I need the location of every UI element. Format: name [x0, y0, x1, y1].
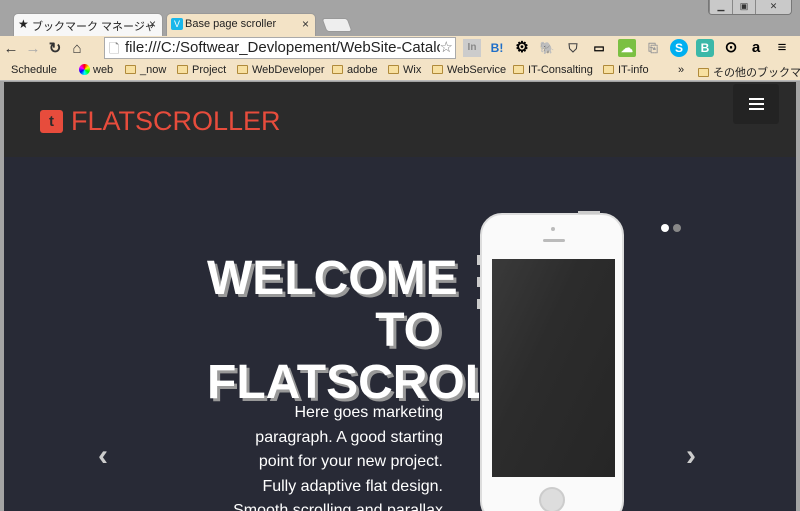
hero-paragraph: Here goes marketing paragraph. A good st… — [209, 401, 443, 511]
folder-icon — [698, 68, 709, 77]
vimeo-icon: V — [171, 18, 183, 30]
maximize-button[interactable]: ▣ — [732, 0, 755, 14]
bookmark-project[interactable]: Project — [177, 64, 226, 76]
gear-icon[interactable]: ⚙ — [513, 39, 531, 57]
hatena-bookmark-icon[interactable]: B! — [488, 39, 506, 57]
hero-carousel: WELCOME TO FLATSCROLLER Here goes market… — [4, 157, 796, 511]
home-icon[interactable]: ⌂ — [66, 40, 88, 57]
bookmark-star-icon[interactable]: ☆ — [439, 38, 453, 56]
bookmarks-overflow-button[interactable]: » — [678, 64, 684, 76]
window-frame — [796, 82, 800, 511]
folder-icon — [513, 65, 524, 74]
carousel-indicators — [661, 224, 681, 232]
folder-icon — [125, 65, 136, 74]
bookmark-web[interactable]: web — [79, 64, 113, 76]
site-navbar: t FLATSCROLLER — [4, 82, 796, 157]
bookmark-webdeveloper[interactable]: WebDeveloper — [237, 64, 325, 76]
tab-label: Base page scroller — [185, 18, 277, 30]
web-page: t FLATSCROLLER WELCOME TO FLATSCROLLER H… — [4, 82, 796, 511]
color-wheel-icon — [79, 64, 90, 75]
window-controls: ▁ ▣ ✕ — [708, 0, 792, 15]
amazon-icon[interactable]: a — [747, 39, 765, 57]
paragraph-line: Fully adaptive flat design. — [262, 477, 443, 495]
phone-home-button — [539, 487, 565, 511]
hero-title-line: WELCOME — [207, 253, 458, 305]
bookmarks-bar: Schedule web _now Project WebDeveloper a… — [0, 60, 800, 81]
cast-icon[interactable]: ▭ — [590, 39, 608, 57]
paragraph-line: point for your new project. — [258, 453, 443, 470]
paragraph-line: paragraph. A good starting — [255, 428, 443, 446]
carousel-dot-2[interactable] — [673, 224, 681, 232]
bookmark-label: IT-info — [618, 64, 649, 76]
bookmark-webservice[interactable]: WebService — [432, 64, 506, 76]
bookmark-label: WebDeveloper — [252, 64, 325, 76]
bookmark-wix[interactable]: Wix — [388, 64, 421, 76]
bookmark-label: web — [93, 64, 114, 76]
b-extension-icon[interactable]: B — [696, 39, 714, 57]
tab-close-icon[interactable]: × — [149, 17, 156, 31]
folder-icon — [332, 65, 343, 74]
bookmark-label: Project — [192, 64, 227, 76]
menu-icon[interactable]: ≡ — [773, 39, 791, 57]
skype-icon[interactable]: S — [670, 39, 688, 57]
brand-name: FLATSCROLLER — [71, 106, 281, 136]
hero-title-line: TO — [375, 304, 441, 357]
phone-screen — [492, 259, 615, 477]
tab-label: ブックマーク マネージャ — [32, 21, 156, 33]
url-text: file:///C:/Softwear_Devlopement/WebSite-… — [125, 39, 445, 56]
folder-icon — [237, 65, 248, 74]
page-icon: 🗋 — [109, 41, 120, 56]
folder-icon — [432, 65, 443, 74]
reload-icon[interactable]: ↻ — [44, 39, 66, 57]
back-icon[interactable]: ← — [0, 40, 22, 57]
bookmark-label: adobe — [347, 64, 378, 76]
bookmark-other[interactable]: その他のブックマーク — [698, 64, 800, 80]
folder-icon — [388, 65, 399, 74]
carousel-next-icon[interactable]: › — [686, 439, 696, 473]
tab-close-icon[interactable]: × — [302, 17, 309, 31]
bookmark-it-consalting[interactable]: IT-Consalting — [513, 64, 593, 76]
tab-base-page-scroller[interactable]: V Base page scroller × — [166, 13, 316, 36]
target-icon[interactable]: ⊙ — [722, 39, 740, 57]
linkedin-extension-icon[interactable]: In — [463, 39, 481, 57]
paragraph-line: Smooth scrolling and parallax — [233, 502, 443, 511]
bookmark-label: _now — [140, 64, 167, 76]
minimize-button[interactable]: ▁ — [709, 0, 732, 14]
bookmark-it-info[interactable]: IT-info — [603, 64, 649, 76]
address-bar[interactable]: 🗋 file:///C:/Softwear_Devlopement/WebSit… — [104, 37, 456, 59]
folder-icon — [603, 65, 614, 74]
pocket-icon[interactable]: ⛉ — [564, 39, 582, 57]
twitter-icon: t — [40, 110, 63, 133]
browser-toolbar: ← → ↻ ⌂ 🗋 file:///C:/Softwear_Devlopemen… — [0, 36, 800, 60]
star-icon: ★ — [18, 17, 29, 31]
cloud-extension-icon[interactable]: ☁ — [618, 39, 636, 57]
bookmark-label: IT-Consalting — [528, 64, 593, 76]
site-logo[interactable]: t FLATSCROLLER — [40, 106, 281, 137]
bookmark-label: Wix — [403, 64, 422, 76]
title-bar: ▁ ▣ ✕ ★ ブックマーク マネージャ × V Base page scrol… — [0, 0, 800, 36]
forward-icon[interactable]: → — [22, 40, 44, 57]
tab-bookmark-manager[interactable]: ★ ブックマーク マネージャ × — [13, 13, 163, 36]
hamburger-menu-button[interactable] — [733, 84, 779, 124]
evernote-icon[interactable]: 🐘 — [538, 39, 556, 57]
bookmark-label: その他のブックマーク — [713, 67, 800, 79]
folder-icon — [177, 65, 188, 74]
bookmark-label: Schedule — [11, 64, 57, 76]
translate-icon[interactable]: ⎘ — [644, 39, 662, 57]
carousel-prev-icon[interactable]: ‹ — [98, 439, 108, 473]
bookmark-label: WebService — [447, 64, 507, 76]
bookmark-schedule[interactable]: Schedule — [11, 64, 57, 76]
close-window-button[interactable]: ✕ — [755, 0, 791, 14]
bookmark-adobe[interactable]: adobe — [332, 64, 378, 76]
paragraph-line: Here goes marketing — [294, 404, 443, 421]
bookmark-now[interactable]: _now — [125, 64, 166, 76]
carousel-dot-1[interactable] — [661, 224, 669, 232]
hero-title: WELCOME TO FLATSCROLLER — [207, 253, 479, 409]
phone-mockup-image — [477, 211, 624, 511]
new-tab-button[interactable] — [321, 18, 353, 32]
